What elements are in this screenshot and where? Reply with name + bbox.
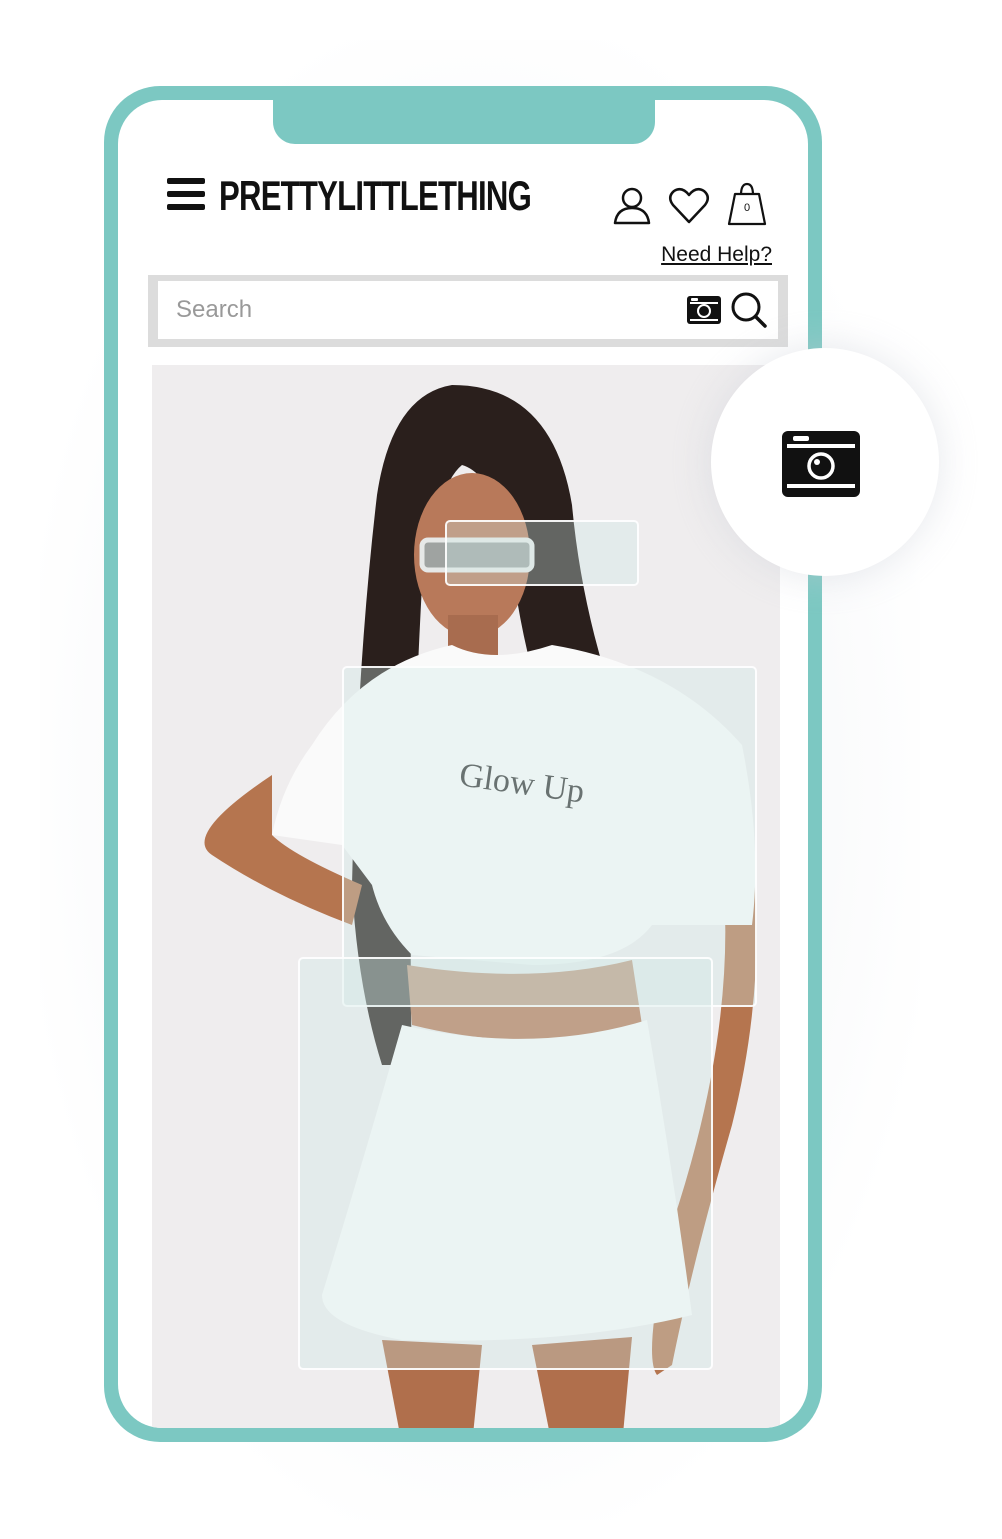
shopping-bag-icon[interactable]: 0 [727, 180, 767, 226]
bag-count: 0 [743, 202, 751, 214]
detection-box-sunglasses[interactable] [445, 520, 639, 586]
phone-frame: PRETTYLITTLETHING 0 Need Help? Search Gl… [104, 86, 822, 1442]
detection-box-skirt[interactable] [298, 957, 713, 1370]
detection-box-tshirt[interactable] [342, 666, 757, 1007]
search-icon[interactable] [730, 291, 768, 329]
search-box [158, 281, 778, 339]
camera-icon[interactable] [686, 294, 722, 326]
uploaded-photo: Glow Up [152, 365, 780, 1428]
brand-logo[interactable]: PRETTYLITTLETHING [219, 172, 532, 220]
search-bar [148, 275, 788, 347]
phone-screen: PRETTYLITTLETHING 0 Need Help? Search Gl… [118, 100, 808, 1428]
account-icon[interactable] [612, 186, 652, 226]
hamburger-menu-icon[interactable] [167, 178, 205, 212]
search-input[interactable] [158, 281, 638, 339]
phone-notch [273, 100, 655, 144]
camera-icon [782, 431, 860, 497]
visual-search-camera-button[interactable] [711, 348, 939, 576]
wishlist-heart-icon[interactable] [668, 186, 709, 226]
need-help-link[interactable]: Need Help? [661, 243, 772, 267]
